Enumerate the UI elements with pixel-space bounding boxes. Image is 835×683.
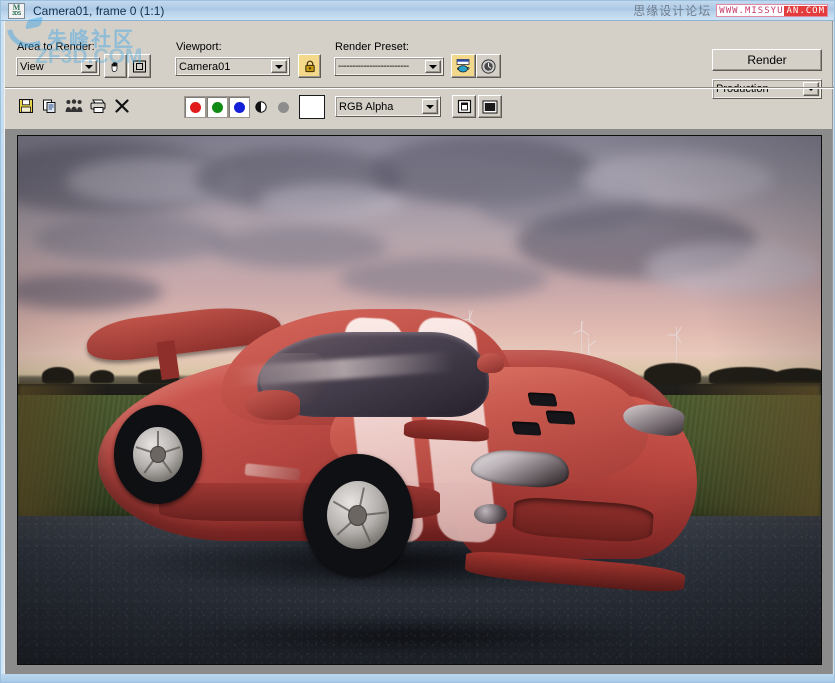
lock-viewport-icon[interactable] — [298, 54, 321, 78]
car-object — [86, 292, 696, 582]
floppy-glyph — [18, 98, 34, 114]
watermark-titlebar: 思缘设计论坛 WWW.MISSYUAN.COM — [633, 2, 828, 19]
area-to-render-value: View — [20, 61, 79, 73]
render-setup-teapot-icon[interactable] — [451, 54, 476, 78]
background-color-swatch[interactable] — [299, 95, 325, 119]
render-preset-value: ------------------------- — [338, 61, 423, 72]
watermark-url: WWW.MISSYUAN.COM — [716, 4, 828, 17]
chevron-down-icon[interactable] — [425, 60, 441, 73]
red-dot-icon — [190, 102, 201, 113]
viewport-label: Viewport: — [176, 41, 222, 53]
render-preset-label: Render Preset: — [335, 41, 409, 53]
viewport-value: Camera01 — [179, 61, 269, 73]
window-bottom-edge — [1, 674, 835, 682]
blue-channel-toggle[interactable] — [228, 96, 250, 118]
hood-vent — [512, 422, 543, 436]
save-bitmap-icon[interactable] — [15, 95, 37, 117]
filled-frame-glyph — [482, 100, 498, 114]
chevron-down-icon[interactable] — [422, 99, 438, 114]
lock-glyph — [304, 60, 316, 73]
half-circle-icon — [255, 101, 267, 113]
toggle-ui-icon[interactable] — [452, 95, 476, 118]
render-preset-select[interactable]: ------------------------- — [334, 57, 444, 76]
watermark-url-part1: WWW.MISSYU — [717, 6, 784, 16]
frame-glyph — [132, 59, 147, 74]
hood-vent — [545, 410, 576, 424]
blue-dot-icon — [234, 102, 245, 113]
clone-rendered-frame-window-icon[interactable] — [63, 95, 85, 117]
viewport-select[interactable]: Camera01 — [175, 57, 290, 76]
gray-dot-icon — [278, 102, 289, 113]
monochrome-toggle[interactable] — [272, 96, 294, 118]
chevron-down-icon[interactable] — [81, 60, 97, 73]
channel-display-select[interactable]: RGB Alpha — [335, 96, 441, 117]
red-channel-toggle[interactable] — [184, 96, 206, 118]
rendered-scene — [18, 136, 821, 664]
green-dot-icon — [212, 102, 223, 113]
render-button[interactable]: Render — [712, 49, 822, 71]
rendered-frame-window: M 3DS Camera01, frame 0 (1:1) 思缘设计论坛 WWW… — [0, 0, 835, 683]
toolbar-area: Area to Render: View Viewport: Camera01 — [4, 21, 833, 129]
print-bitmap-icon[interactable] — [87, 95, 109, 117]
duplicate-frame-icon[interactable] — [478, 95, 502, 118]
copy-pages-glyph — [42, 98, 58, 114]
render-timer-icon[interactable] — [476, 54, 501, 78]
alpha-channel-toggle[interactable] — [250, 96, 272, 118]
printer-glyph — [89, 98, 107, 114]
3dsmax-icon: M 3DS — [8, 3, 25, 19]
area-to-render-select[interactable]: View — [16, 57, 100, 76]
region-frame-icon[interactable] — [128, 54, 151, 78]
rendered-image-canvas[interactable] — [17, 135, 822, 665]
fog-light — [474, 504, 508, 524]
side-mirror — [477, 353, 504, 373]
copy-bitmap-icon[interactable] — [39, 95, 61, 117]
front-wheel — [303, 454, 413, 576]
x-glyph — [114, 98, 130, 114]
toolbar-row-image-tools: RGB Alpha — [5, 90, 834, 128]
image-display-area — [4, 129, 833, 675]
people-glyph — [65, 99, 83, 113]
watermark-url-part2: AN.COM — [784, 6, 827, 16]
clear-icon[interactable] — [111, 95, 133, 117]
area-to-render-label: Area to Render: — [17, 41, 95, 53]
app-icon-sublabel: 3DS — [12, 12, 21, 17]
clock-glyph — [480, 58, 497, 75]
channel-display-value: RGB Alpha — [339, 101, 420, 113]
title-bar: M 3DS Camera01, frame 0 (1:1) 思缘设计论坛 WWW… — [1, 1, 835, 21]
auto-region-selected-icon[interactable] — [104, 54, 127, 78]
hand-glyph — [109, 59, 123, 73]
toolbar-divider — [5, 87, 834, 89]
side-mirror — [245, 390, 300, 419]
panel-glyph — [457, 99, 472, 114]
teapot-glyph — [455, 58, 472, 74]
watermark-chinese-text: 思缘设计论坛 — [633, 2, 711, 19]
toolbar-row-render-settings: Area to Render: View Viewport: Camera01 — [5, 21, 834, 87]
green-channel-toggle[interactable] — [206, 96, 228, 118]
rear-wheel — [114, 405, 202, 504]
window-title: Camera01, frame 0 (1:1) — [33, 4, 164, 18]
chevron-down-icon[interactable] — [271, 60, 287, 73]
hood-vent — [527, 393, 558, 407]
